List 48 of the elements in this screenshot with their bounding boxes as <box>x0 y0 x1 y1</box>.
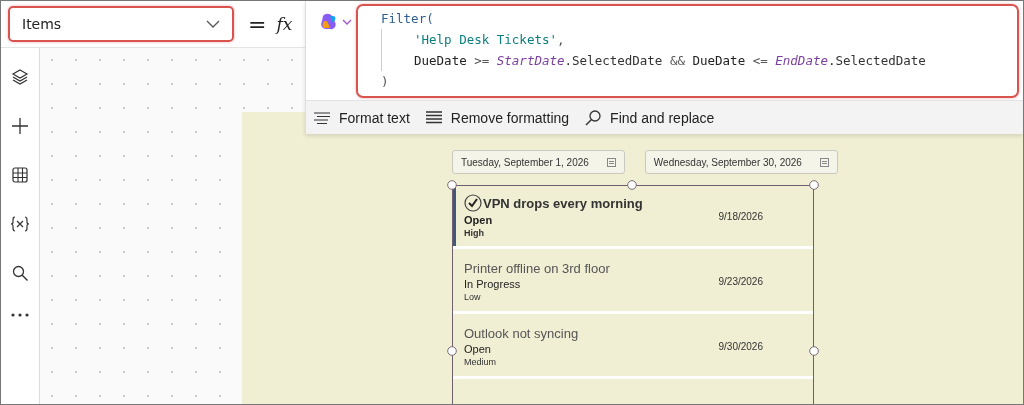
code-line: ) <box>381 74 389 89</box>
formula-editor[interactable]: Filter( 'Help Desk Tickets', DueDate >= StartDate.SelectedDate && DueDate <= EndDate.SelectedDate ) <box>356 4 1019 98</box>
due-date: 9/30/2026 <box>718 340 763 352</box>
search-icon <box>585 109 602 126</box>
ticket-priority: Low <box>464 291 482 302</box>
calendar-icon <box>606 157 616 167</box>
ticket-status: In Progress <box>464 277 522 290</box>
ticket-priority: High <box>464 228 485 238</box>
checkmark-icon <box>464 194 482 212</box>
ticket-title: VPN drops every morning <box>483 195 643 211</box>
calendar-icon <box>819 157 829 167</box>
date-picker[interactable]: Wednesday, September 30, 2026 <box>644 150 838 174</box>
property-dropdown[interactable]: Items <box>8 6 234 42</box>
ticket-priority: Medium <box>464 356 497 367</box>
code-line: Filter( <box>381 11 434 26</box>
code-line: DueDate >= StartDate.SelectedDate && DueDate <= EndDate.SelectedDate <box>414 53 926 68</box>
resize-handle[interactable] <box>627 180 637 190</box>
gallery-row[interactable]: Outlook not syncing Open Medium 9/30/2026 <box>453 316 813 376</box>
text-lines-icon <box>314 111 330 124</box>
ticket-status: Open <box>464 342 492 355</box>
resize-handle[interactable] <box>447 346 457 356</box>
gallery-row[interactable]: Printer offline on 3rd floor In Progress Low 9/23/2026 <box>453 251 813 311</box>
date-picker[interactable]: Tuesday, September 1, 2026 <box>452 150 625 174</box>
due-date: 9/23/2026 <box>718 275 763 287</box>
ticket-status: Open <box>464 214 494 226</box>
plus-icon[interactable] <box>11 117 29 135</box>
ticket-title: Printer offline on 3rd floor <box>464 260 610 276</box>
gallery-row[interactable]: VPN drops every morning Open High 9/18/2026 <box>453 186 813 246</box>
layers-icon[interactable] <box>11 68 29 86</box>
resize-handle[interactable] <box>809 346 819 356</box>
fx-label: fx <box>276 14 293 34</box>
due-date: 9/18/2026 <box>718 210 763 222</box>
find-replace-button[interactable]: Find and replace <box>585 107 715 128</box>
ticket-title: Outlook not syncing <box>464 325 579 341</box>
more-icon[interactable] <box>11 313 29 317</box>
format-text-button[interactable]: Format text <box>314 107 410 128</box>
chevron-down-icon[interactable] <box>342 19 352 25</box>
chevron-down-icon <box>206 20 220 28</box>
lines-icon <box>425 111 442 124</box>
resize-handle[interactable] <box>447 180 457 190</box>
resize-handle[interactable] <box>809 180 819 190</box>
table-icon[interactable] <box>11 166 29 184</box>
copilot-icon[interactable] <box>319 12 339 32</box>
variables-icon[interactable] <box>10 215 30 233</box>
search-icon[interactable] <box>11 264 29 282</box>
equals-sign: = <box>248 11 267 37</box>
remove-formatting-button[interactable]: Remove formatting <box>425 107 570 128</box>
code-line: 'Help Desk Tickets', <box>414 32 565 47</box>
